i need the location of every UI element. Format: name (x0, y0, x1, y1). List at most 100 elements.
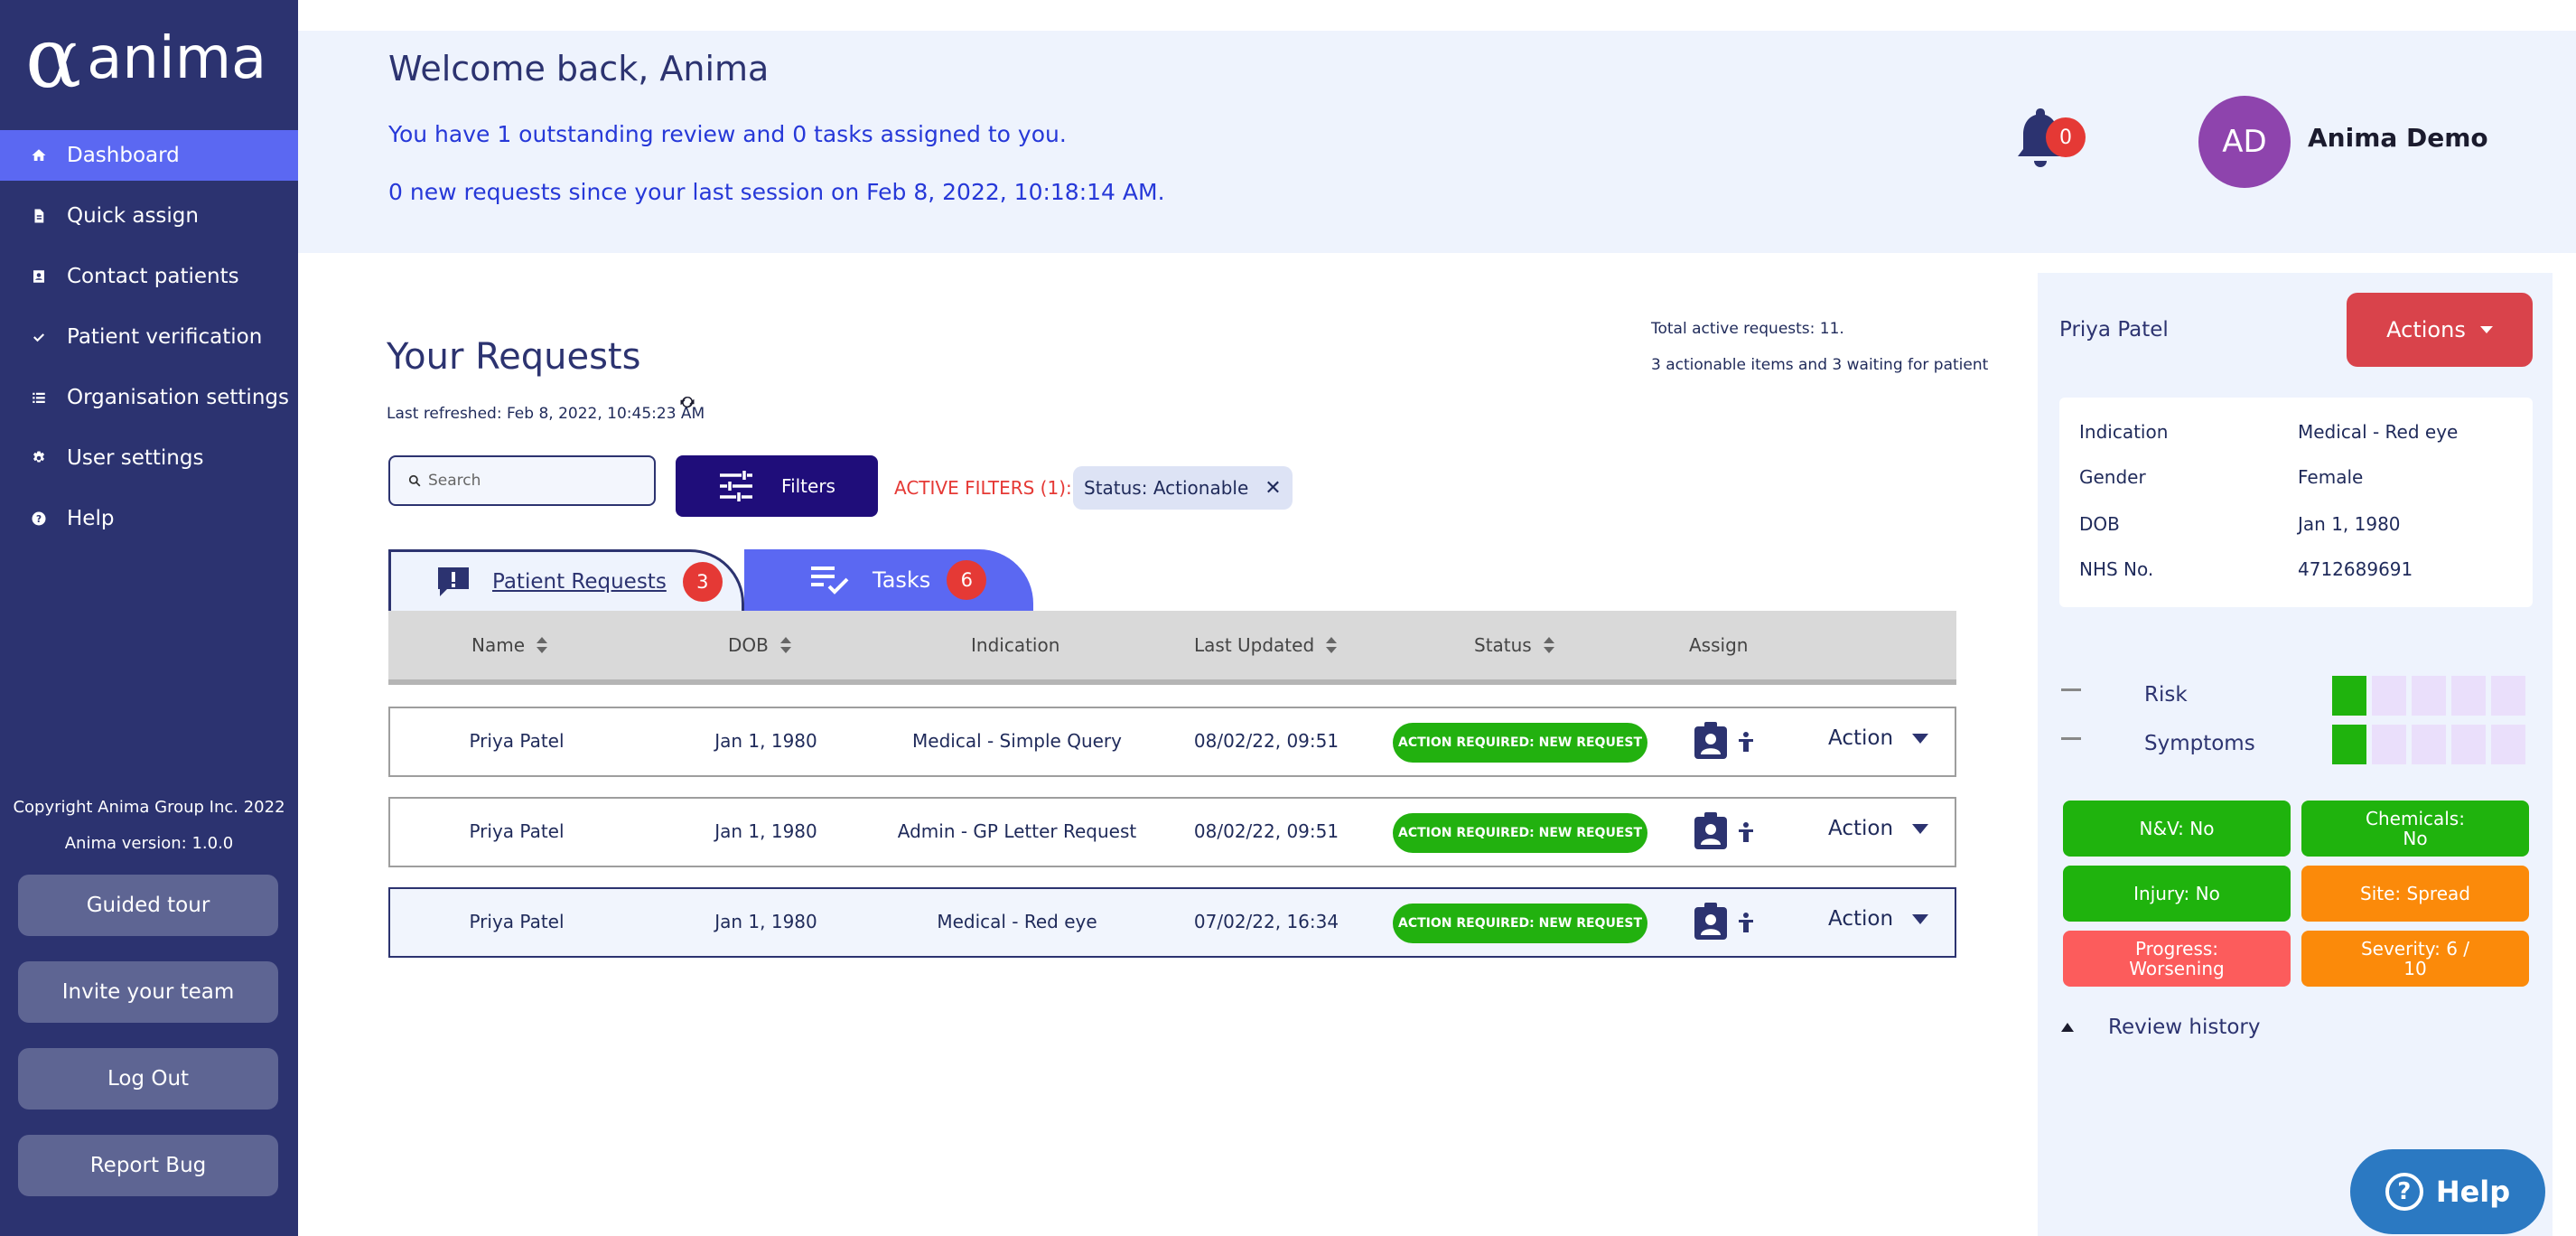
sidebar-item-label: Organisation settings (67, 386, 289, 409)
table-row[interactable]: Priya Patel Jan 1, 1980 Medical - Red ey… (388, 887, 1956, 958)
status-badge: ACTION REQUIRED: NEW REQUEST (1393, 813, 1647, 853)
report-bug-button[interactable]: Report Bug (18, 1135, 278, 1196)
tab-label: Patient Requests (492, 569, 667, 594)
column-header-assign: Assign (1689, 634, 1749, 656)
patient-info-card: Indication Medical - Red eye Gender Fema… (2059, 398, 2533, 607)
tab-patient-requests[interactable]: Patient Requests 3 (388, 549, 744, 611)
sort-icon (537, 637, 548, 653)
symptom-chip: Site: Spread (2301, 866, 2529, 922)
score-box (2372, 676, 2406, 716)
column-header-last-updated[interactable]: Last Updated (1194, 634, 1338, 656)
action-dropdown[interactable]: Action (1828, 817, 1929, 840)
cell-last-updated: 07/02/22, 16:34 (1193, 911, 1339, 932)
info-label: NHS No. (2079, 558, 2154, 580)
cell-indication: Admin - GP Letter Request (897, 820, 1137, 842)
tab-tasks[interactable]: Tasks 6 (744, 549, 1033, 611)
assign-badge-icon[interactable] (1693, 902, 1729, 941)
column-header-dob[interactable]: DOB (728, 634, 792, 656)
sort-icon (779, 637, 791, 653)
column-header-status[interactable]: Status (1474, 634, 1555, 656)
status-badge: ACTION REQUIRED: NEW REQUEST (1393, 904, 1647, 943)
sidebar-item-organisation-settings[interactable]: Organisation settings (0, 372, 298, 423)
sidebar-item-dashboard[interactable]: Dashboard (0, 130, 298, 181)
score-box (2491, 676, 2525, 716)
symptom-chip: Progress: Worsening (2063, 931, 2291, 987)
collapse-dash-icon[interactable] (2061, 737, 2081, 740)
filters-label: Filters (781, 475, 835, 497)
cell-dob: Jan 1, 1980 (714, 911, 817, 932)
notification-count-badge: 0 (2046, 117, 2086, 157)
cell-last-updated: 08/02/22, 09:51 (1193, 730, 1339, 752)
refresh-icon[interactable] (679, 394, 695, 410)
review-history-label: Review history (2108, 1016, 2261, 1039)
document-icon (29, 206, 49, 226)
active-filters-label: ACTIVE FILTERS (1): (894, 477, 1072, 499)
info-label: Indication (2079, 421, 2169, 443)
sidebar-item-patient-verification[interactable]: Patient verification (0, 312, 298, 362)
log-out-button[interactable]: Log Out (18, 1048, 278, 1110)
sidebar-item-label: Dashboard (67, 144, 180, 167)
action-dropdown[interactable]: Action (1828, 907, 1929, 931)
review-history-toggle[interactable]: Review history (2061, 1016, 2260, 1039)
new-requests-summary: 0 new requests since your last session o… (388, 179, 1165, 205)
assign-badge-icon[interactable] (1693, 721, 1729, 761)
sort-icon (1543, 637, 1554, 653)
risk-score: Risk (2061, 676, 2531, 716)
symptom-chip: N&V: No (2063, 801, 2291, 857)
check-icon (29, 327, 49, 347)
cell-indication: Medical - Red eye (937, 911, 1097, 932)
anima-logo[interactable]: α anima (25, 17, 267, 100)
search-box[interactable] (388, 455, 656, 506)
cell-name: Priya Patel (469, 730, 565, 752)
info-label: Gender (2079, 466, 2146, 488)
totals-summary: Total active requests: 11. 3 actionable … (1651, 311, 1988, 383)
welcome-title: Welcome back, Anima (388, 49, 770, 89)
info-label: DOB (2079, 513, 2120, 535)
person-icon[interactable] (1738, 822, 1754, 842)
copyright-block: Copyright Anima Group Inc. 2022 Anima ve… (0, 790, 298, 862)
info-value: 4712689691 (2298, 558, 2413, 580)
patient-detail-panel: Priya Patel Actions Indication Medical -… (2038, 273, 2553, 1236)
action-dropdown[interactable]: Action (1828, 726, 1929, 750)
chevron-up-icon (2061, 1023, 2074, 1032)
gear-icon (29, 448, 49, 468)
help-button[interactable]: ? Help (2350, 1149, 2545, 1234)
tab-count-badge: 6 (947, 560, 987, 600)
column-header-indication: Indication (971, 634, 1060, 656)
user-name[interactable]: Anima Demo (2308, 123, 2488, 153)
info-value: Jan 1, 1980 (2298, 513, 2401, 535)
question-circle-icon: ? (29, 509, 49, 529)
tab-count-badge: 3 (682, 561, 723, 602)
cell-name: Priya Patel (469, 820, 565, 842)
sidebar-item-contact-patients[interactable]: Contact patients (0, 251, 298, 302)
collapse-dash-icon[interactable] (2061, 688, 2081, 691)
sidebar-item-help[interactable]: ? Help (0, 493, 298, 544)
column-header-name[interactable]: Name (471, 634, 548, 656)
close-icon[interactable]: ✕ (1265, 477, 1281, 500)
table-row[interactable]: Priya Patel Jan 1, 1980 Medical - Simple… (388, 707, 1956, 777)
score-box (2332, 725, 2366, 764)
sidebar-item-quick-assign[interactable]: Quick assign (0, 191, 298, 241)
score-box (2451, 725, 2486, 764)
guided-tour-button[interactable]: Guided tour (18, 875, 278, 936)
score-box (2491, 725, 2525, 764)
sidebar-nav: Dashboard Quick assign Contact patients … (0, 130, 298, 554)
invite-team-button[interactable]: Invite your team (18, 961, 278, 1023)
alert-message-icon (438, 566, 469, 596)
actions-button[interactable]: Actions (2347, 293, 2533, 367)
search-input[interactable] (428, 472, 636, 490)
person-icon[interactable] (1738, 732, 1754, 752)
assign-badge-icon[interactable] (1693, 811, 1729, 851)
person-icon[interactable] (1738, 913, 1754, 932)
score-box (2332, 676, 2366, 716)
cell-dob: Jan 1, 1980 (714, 820, 817, 842)
filters-button[interactable]: Filters (676, 455, 878, 517)
table-row[interactable]: Priya Patel Jan 1, 1980 Admin - GP Lette… (388, 797, 1956, 867)
table-header: Name DOB Indication Last Updated Status … (388, 611, 1956, 685)
avatar[interactable]: AD (2198, 96, 2291, 188)
help-label: Help (2435, 1175, 2511, 1209)
info-value: Female (2298, 466, 2364, 488)
patient-name: Priya Patel (2059, 318, 2169, 342)
sidebar-item-user-settings[interactable]: User settings (0, 433, 298, 483)
logo-text: anima (87, 25, 267, 92)
